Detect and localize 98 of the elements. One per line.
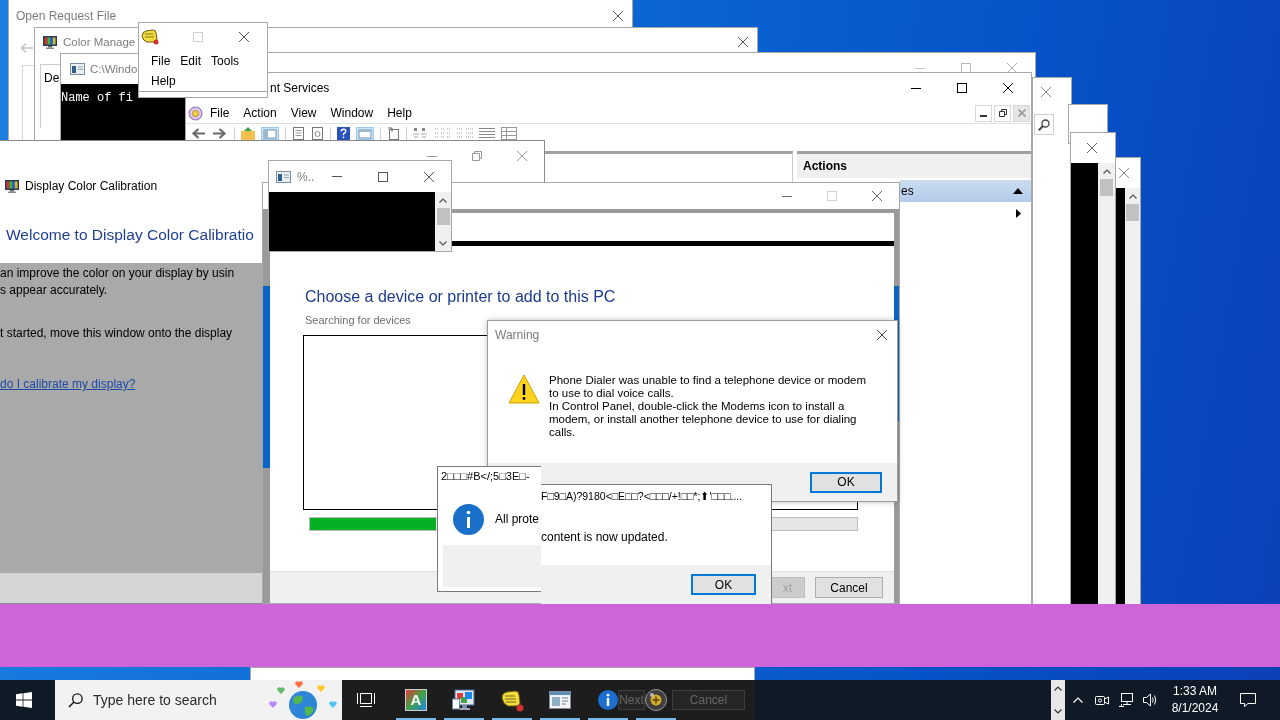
search-icon [1038, 118, 1050, 131]
restore-icon [998, 109, 1007, 117]
icons-view-icon[interactable] [413, 127, 429, 140]
collapse-arrow-icon[interactable] [1013, 188, 1023, 194]
monitor-icon [5, 179, 19, 193]
warning-icon [508, 374, 540, 404]
minimize-icon[interactable] [911, 87, 921, 89]
window-title: Color Manage [63, 36, 136, 48]
clock-time[interactable]: 1:33 AM [1173, 683, 1217, 700]
notification-icon[interactable] [1240, 692, 1256, 708]
status-text: Searching for devices [305, 313, 411, 327]
forward-arrow-icon[interactable] [212, 127, 228, 140]
menu-item[interactable]: Action [236, 106, 284, 120]
menu-item[interactable]: Help [380, 106, 419, 120]
info-icon[interactable] [598, 690, 618, 710]
dialog-title: 2□□□#B</;5□3E□- [440, 469, 531, 484]
menu-item[interactable]: File [146, 51, 176, 71]
windows-logo-icon [16, 692, 32, 708]
ok-button[interactable]: OK [810, 471, 882, 493]
search-button[interactable] [1034, 114, 1054, 135]
menu-item[interactable]: Edit [175, 51, 207, 71]
window-title: Display Color Calibration [25, 179, 158, 193]
scroll-up-icon[interactable] [1102, 169, 1111, 174]
body-text: t started, move this window onto the display [0, 325, 233, 342]
info-icon [453, 504, 484, 535]
hand-icon[interactable] [500, 688, 524, 712]
back-arrow-icon[interactable] [190, 127, 206, 140]
console-text: Name of fi [61, 91, 133, 105]
window-title: nt Services [270, 81, 330, 95]
tab[interactable]: De [44, 71, 60, 85]
maximize-icon[interactable] [378, 171, 389, 182]
hand-icon[interactable] [141, 29, 159, 45]
dialog-title: F□9□A)?9180<□E□□?<□□□/+!□□*;⬆'□□□.... [541, 489, 744, 504]
chevron-down-icon[interactable] [1054, 709, 1062, 714]
close-icon[interactable] [239, 32, 249, 42]
minimize-icon[interactable] [332, 176, 343, 177]
clock-date[interactable]: 8/1/2024 [1171, 700, 1219, 717]
scrollbar-thumb[interactable] [1126, 204, 1139, 221]
monitor-pictures-icon[interactable] [452, 688, 476, 712]
close-icon[interactable] [738, 37, 748, 47]
scroll-down-icon[interactable] [439, 241, 447, 246]
document-icon[interactable] [292, 127, 305, 140]
search-input[interactable]: Type here to search [93, 692, 253, 708]
close-icon[interactable] [877, 330, 887, 340]
body-text: an improve the color on your display by usin s appear accurately. [0, 265, 235, 299]
help-icon[interactable] [337, 127, 350, 140]
details-view-icon[interactable] [479, 127, 495, 140]
search-icon [68, 692, 83, 708]
close-icon [1017, 109, 1026, 117]
gear-icon[interactable] [188, 105, 203, 121]
sphere-icon[interactable] [645, 689, 667, 711]
cancel-button[interactable]: Cancel [815, 577, 883, 598]
dialog-message: Phone Dialer was unable to find a telephone device or modem to use to dial voice calls. [549, 374, 868, 400]
window-title: C:\Windo [90, 63, 138, 75]
close-icon[interactable] [424, 171, 435, 182]
folder-icon[interactable] [241, 127, 255, 140]
dialog-message: In Control Panel, double-click the Modems icon to install a modem, or install another telephone device to use for dialing calls. [549, 400, 858, 439]
chevron-up-icon[interactable] [1054, 686, 1062, 691]
globe-with-hearts-icon [267, 681, 339, 719]
ok-button[interactable]: OK [691, 574, 756, 595]
scrollbar-thumb[interactable] [1100, 179, 1113, 196]
actions-list-item[interactable]: es [900, 180, 1031, 202]
window-icon [276, 170, 291, 183]
task-view-icon[interactable] [357, 692, 375, 708]
dialog-title: Warning [495, 328, 540, 342]
window-icon[interactable] [548, 688, 572, 712]
scroll-up-icon[interactable] [439, 198, 447, 203]
menu-item[interactable]: Help [146, 71, 181, 91]
window-title: %.. [297, 169, 315, 184]
minimize-button[interactable] [975, 104, 992, 122]
help-link[interactable]: do I calibrate my display? [0, 376, 136, 393]
document-icon[interactable] [387, 127, 400, 140]
details-view-icon[interactable] [501, 127, 517, 140]
scroll-up-icon[interactable] [1128, 194, 1137, 199]
font-icon[interactable]: A [405, 689, 427, 711]
document-icon[interactable] [311, 127, 324, 140]
restore-icon[interactable] [471, 151, 482, 161]
window-icon [70, 63, 85, 75]
pane-header: Actions [797, 154, 1031, 178]
page-heading: Welcome to Display Color Calibratio [6, 225, 254, 245]
close-icon[interactable] [613, 10, 623, 21]
wizard-heading: Choose a device or printer to add to this PC [305, 287, 616, 307]
submenu-arrow-icon[interactable] [1016, 208, 1021, 218]
minimize-icon [980, 114, 987, 117]
network-icon[interactable] [1118, 692, 1134, 708]
window-title: Open Request File [16, 8, 117, 23]
menu-item[interactable]: View [283, 106, 324, 120]
scroll-control[interactable] [1051, 680, 1065, 720]
monitor-icon [43, 35, 57, 49]
speaker-icon[interactable] [1142, 692, 1158, 708]
dialog-message: All prote [495, 512, 540, 528]
dialog-message: content is now updated. [541, 530, 669, 544]
restore-button[interactable] [994, 104, 1011, 122]
menu-item[interactable]: File [203, 106, 237, 120]
close-icon[interactable] [1003, 83, 1013, 93]
menu-item[interactable]: Tools [206, 51, 245, 71]
scrollbar-thumb[interactable] [436, 208, 450, 225]
menu-item[interactable]: Window [323, 106, 381, 120]
